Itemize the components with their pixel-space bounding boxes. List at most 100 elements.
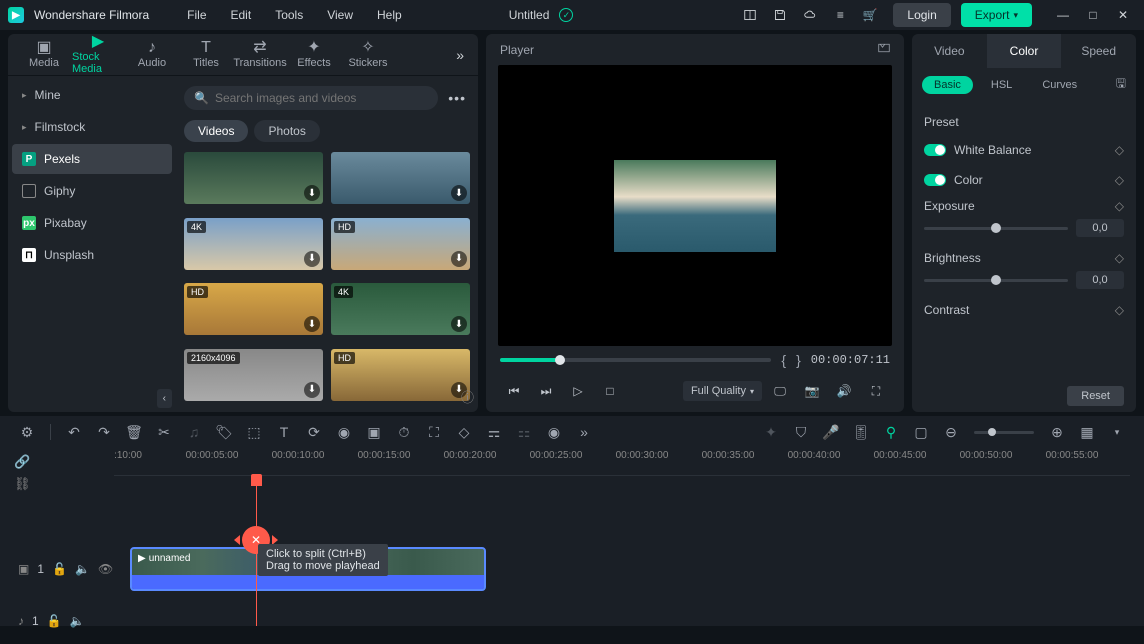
magnet-icon[interactable]: ⚲ [880,421,902,443]
display-icon[interactable]: 🖵 [766,378,794,404]
tab-stock-media[interactable]: ▶Stock Media [72,31,124,78]
download-icon[interactable]: ⬇ [451,251,467,267]
keyframe-tool-icon[interactable]: ◇ [453,421,475,443]
mic-icon[interactable]: 🎤 [820,421,842,443]
subtab-curves[interactable]: Curves [1030,76,1089,94]
progress-bar[interactable] [500,358,771,362]
source-filmstock[interactable]: ▸Filmstock [12,112,172,142]
tab-color[interactable]: Color [987,34,1062,68]
text-icon[interactable]: T [273,421,295,443]
speed-icon[interactable]: ⟳ [303,421,325,443]
thumbnail[interactable]: ⬇ [331,152,470,204]
tab-audio[interactable]: ♪Audio [126,37,178,72]
menu-tools[interactable]: Tools [265,4,313,26]
menu-help[interactable]: Help [367,4,412,26]
volume-icon[interactable]: 🔊 [830,378,858,404]
adjust-icon[interactable]: ⚎ [483,421,505,443]
window-minimize-icon[interactable]: ― [1050,2,1076,28]
duration-icon[interactable]: ⏱ [393,421,415,443]
video-track[interactable]: ▣ 1 🔓 🔈 👁 ▶unnamed [14,546,1130,592]
source-pixabay[interactable]: pxPixabay [12,208,172,238]
audio-icon[interactable]: ⚏ [513,421,535,443]
view-dropdown-icon[interactable]: ▾ [1106,421,1128,443]
zoom-out-icon[interactable]: ⊖ [940,421,962,443]
filter-videos[interactable]: Videos [184,120,248,142]
view-mode-icon[interactable]: ▦ [1076,421,1098,443]
keyframe-icon[interactable]: ◇ [1115,251,1124,265]
window-close-icon[interactable]: ✕ [1110,2,1136,28]
cloud-icon[interactable] [797,2,823,28]
download-icon[interactable]: ⬇ [451,185,467,201]
search-input[interactable] [215,91,428,105]
layout-icon[interactable] [737,2,763,28]
menu-file[interactable]: File [177,4,216,26]
mark-out-icon[interactable]: } [796,352,801,368]
download-icon[interactable]: ⬇ [304,185,320,201]
source-mine[interactable]: ▸Mine [12,80,172,110]
snapshot-icon[interactable] [878,42,890,57]
reset-button[interactable]: Reset [1067,386,1124,406]
thumbnail[interactable]: HD⬇ [184,283,323,335]
info-icon[interactable]: ⓘ [461,387,474,406]
brightness-value[interactable]: 0,0 [1076,271,1124,289]
source-giphy[interactable]: Giphy [12,176,172,206]
filter-photos[interactable]: Photos [254,120,319,142]
menu-view[interactable]: View [317,4,363,26]
more-options-icon[interactable]: ••• [444,86,470,110]
exposure-slider[interactable] [924,227,1068,230]
settings-icon[interactable]: ⚙ [16,421,38,443]
music-icon[interactable]: ♫ [183,421,205,443]
tab-media[interactable]: ▣Media [18,37,70,72]
green-screen-icon[interactable]: ▣ [363,421,385,443]
expand-toolbar-icon[interactable]: » [573,421,595,443]
marker-add-icon[interactable]: ▢ [910,421,932,443]
menu-edit[interactable]: Edit [221,4,262,26]
thumbnail[interactable]: 2160x4096⬇ [184,349,323,401]
thumbnail[interactable]: ⬇ [184,152,323,204]
window-maximize-icon[interactable]: □ [1080,2,1106,28]
stop-icon[interactable]: □ [596,378,624,404]
prev-frame-icon[interactable]: ⏮ [500,378,528,404]
mute-icon[interactable]: 🔈 [70,614,85,628]
tag-icon[interactable]: 🏷 [213,421,235,443]
download-icon[interactable]: ⬇ [304,316,320,332]
save-icon[interactable] [767,2,793,28]
collapse-sidebar-button[interactable]: ‹ [157,389,172,408]
audio-track[interactable]: ♪ 1 🔓 🔈 [14,598,1130,644]
crop-icon[interactable]: ⬚ [243,421,265,443]
video-viewport[interactable] [498,65,892,346]
keyframe-icon[interactable]: ◇ [1115,199,1124,213]
zoom-slider[interactable] [974,431,1034,434]
download-icon[interactable]: ⬇ [451,316,467,332]
cart-icon[interactable]: 🛒 [857,2,883,28]
search-box[interactable]: 🔍 [184,86,438,110]
color-toggle[interactable] [924,174,946,186]
playhead[interactable]: ✕ [256,476,257,626]
subtab-basic[interactable]: Basic [922,76,973,94]
tab-titles[interactable]: TTitles [180,37,232,72]
save-preset-icon[interactable]: 🖫 [1116,74,1126,95]
link-icon[interactable]: 🔗 [14,454,31,470]
keyframe-icon[interactable]: ◇ [1115,173,1124,187]
tab-transitions[interactable]: ⇄Transitions [234,37,286,72]
visibility-icon[interactable]: 👁 [98,562,113,576]
white-balance-toggle[interactable] [924,144,946,156]
mixer-icon[interactable]: 🎚 [850,421,872,443]
split-icon[interactable]: ✂ [153,421,175,443]
lock-icon[interactable]: 🔓 [47,614,62,628]
mute-icon[interactable]: 🔈 [75,562,90,576]
thumbnail[interactable]: 4K⬇ [331,283,470,335]
marker-icon[interactable]: ✦ [760,421,782,443]
subtab-hsl[interactable]: HSL [979,76,1024,94]
next-frame-icon[interactable]: ⏭ [532,378,560,404]
thumbnail[interactable]: 4K⬇ [184,218,323,270]
delete-icon[interactable]: 🗑 [123,421,145,443]
tab-stickers[interactable]: ✧Stickers [342,37,394,72]
timeline-ruler[interactable]: :10:00 00:00:05:00 00:00:10:00 00:00:15:… [114,448,1130,476]
fit-icon[interactable]: ⛶ [423,421,445,443]
export-button[interactable]: Export▾ [961,3,1032,27]
list-icon[interactable]: ≡ [827,2,853,28]
zoom-in-icon[interactable]: ⊕ [1046,421,1068,443]
source-unsplash[interactable]: ⊓Unsplash [12,240,172,270]
login-button[interactable]: Login [893,3,950,27]
